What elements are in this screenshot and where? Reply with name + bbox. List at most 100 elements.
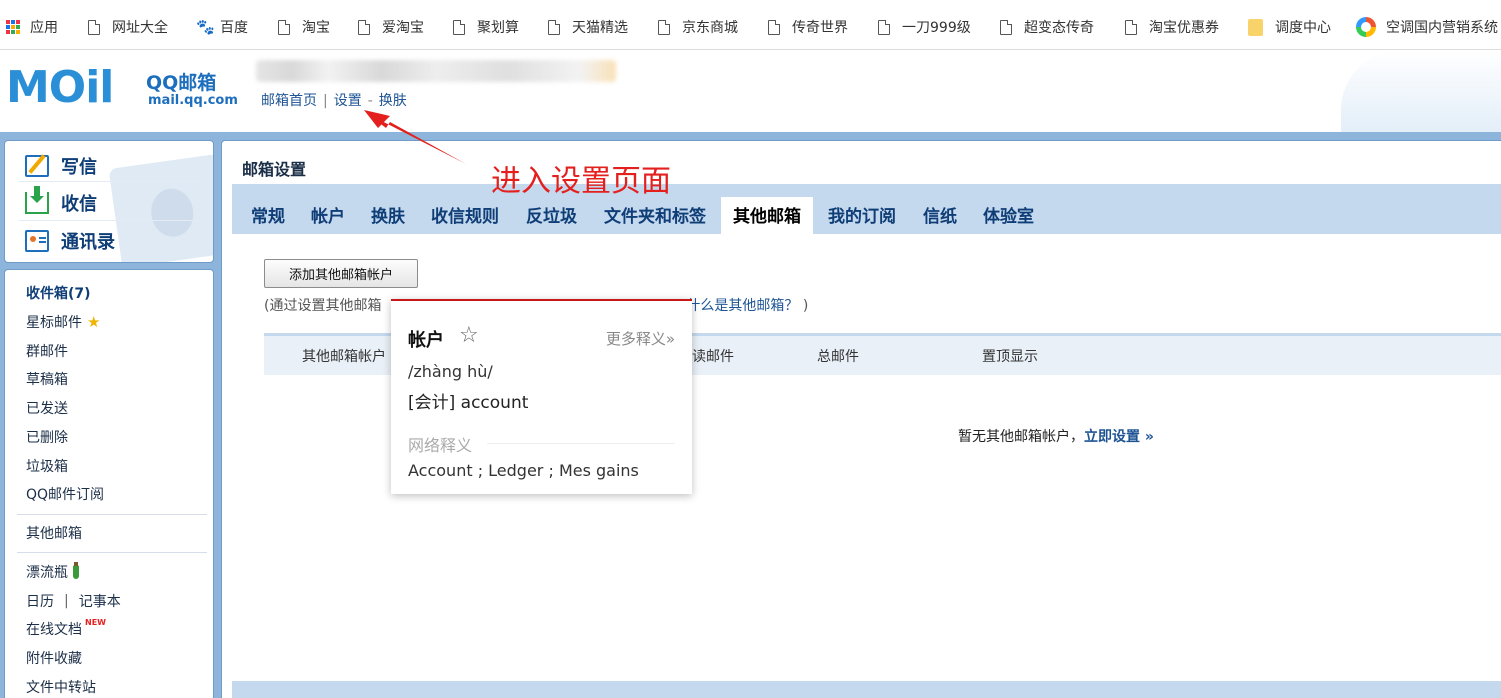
star-outline-icon[interactable]: ☆ xyxy=(459,323,479,348)
page-icon xyxy=(1125,19,1137,35)
more-definitions-link[interactable]: 更多释义» xyxy=(606,328,675,349)
tab-rules[interactable]: 收信规则 xyxy=(431,202,499,227)
bookmark-item[interactable]: 传奇世界 xyxy=(768,16,848,38)
sidebar-item-label: 星标邮件 xyxy=(26,315,82,331)
sidebar-item-drafts[interactable]: 草稿箱 xyxy=(26,369,68,389)
sidebar-item-sent[interactable]: 已发送 xyxy=(26,398,68,418)
page-icon xyxy=(453,19,465,35)
bookmark-label: 超变态传奇 xyxy=(1024,20,1094,36)
mailbox-home-link[interactable]: 邮箱首页 xyxy=(261,93,317,109)
popup-net-label: 网络释义 xyxy=(408,436,473,455)
bookmark-item[interactable]: 聚划算 xyxy=(453,16,519,38)
sidebar-item-starred[interactable]: 星标邮件 ★ xyxy=(26,312,100,332)
sidebar-actions: 写信 收信 通讯录 xyxy=(4,140,214,263)
panel-footer-bar xyxy=(232,681,1501,698)
penguin-decoration xyxy=(108,153,213,262)
bookmark-apps[interactable]: 应用 xyxy=(6,16,58,38)
new-badge: NEW xyxy=(85,617,106,627)
tab-general[interactable]: 常规 xyxy=(251,202,285,227)
receive-label: 收信 xyxy=(61,194,97,215)
translation-popup: 帐户 ☆ 更多释义» /zhàng hù/ [会计] account 网络释义 … xyxy=(391,299,692,494)
bookmark-label: 聚划算 xyxy=(477,20,519,36)
add-other-mailbox-button[interactable]: 添加其他邮箱帐户 xyxy=(264,259,418,288)
compose-label: 写信 xyxy=(61,157,97,178)
bookmark-item[interactable]: 空调国内营销系统 xyxy=(1356,16,1498,38)
apps-grid-icon xyxy=(6,20,20,34)
download-icon xyxy=(25,186,49,214)
contacts-label: 通讯录 xyxy=(61,232,115,253)
bookmark-label: 空调国内营销系统 xyxy=(1386,20,1498,36)
annotation-arrow-icon xyxy=(364,110,466,164)
settings-link[interactable]: 设置 xyxy=(334,93,362,109)
annotation-text: 进入设置页面 xyxy=(491,164,671,199)
divider xyxy=(17,514,207,515)
column-header-total: 总邮件 xyxy=(817,349,859,365)
sidebar-item-other-mailbox[interactable]: 其他邮箱 xyxy=(26,523,82,543)
bookmark-label: 淘宝优惠券 xyxy=(1149,20,1219,36)
tab-stationery[interactable]: 信纸 xyxy=(923,202,957,227)
sidebar-item-calendar[interactable]: 日历 xyxy=(26,591,54,611)
sidebar-item-transfer[interactable]: 文件中转站 xyxy=(26,677,96,697)
page-icon xyxy=(278,19,290,35)
logo-text: MOil xyxy=(6,62,114,113)
bookmark-label: 百度 xyxy=(220,20,248,36)
popup-net-definition: Account ; Ledger ; Mes gains xyxy=(408,461,639,480)
sidebar-item-deleted[interactable]: 已删除 xyxy=(26,427,68,447)
logo-brand: QQ邮箱 xyxy=(146,72,217,94)
description-suffix: ) xyxy=(802,298,809,314)
bookmark-item[interactable]: 🐾 百度 xyxy=(196,16,248,38)
settings-tabs: 常规 帐户 换肤 收信规则 反垃圾 文件夹和标签 其他邮箱 我的订阅 信纸 体验… xyxy=(232,184,1501,234)
page-icon xyxy=(88,19,100,35)
tab-other-mailbox[interactable]: 其他邮箱 xyxy=(721,197,813,234)
column-header-pin: 置顶显示 xyxy=(982,349,1038,365)
bookmarks-bar: 应用 网址大全 🐾 百度 淘宝 爱淘宝 聚划算 天猫精选 京东商城 传奇世界 一… xyxy=(0,0,1501,50)
bookmark-item[interactable]: 一刀999级 xyxy=(878,16,971,38)
bookmark-item[interactable]: 爱淘宝 xyxy=(358,16,424,38)
sidebar-item-notes[interactable]: 记事本 xyxy=(79,591,121,611)
tab-skin[interactable]: 换肤 xyxy=(371,202,405,227)
sidebar-item-inbox[interactable]: 收件箱(7) xyxy=(26,283,91,303)
moil-logo[interactable]: MOil xyxy=(6,66,114,110)
tab-subscriptions[interactable]: 我的订阅 xyxy=(828,202,896,227)
setup-now-link[interactable]: 立即设置 » xyxy=(1084,429,1154,445)
bookmark-label: 爱淘宝 xyxy=(382,20,424,36)
sidebar-item-spam[interactable]: 垃圾箱 xyxy=(26,456,68,476)
bookmark-item[interactable]: 网址大全 xyxy=(88,16,168,38)
sidebar-item-subscriptions[interactable]: QQ邮件订阅 xyxy=(26,484,104,504)
compose-button[interactable]: 写信 xyxy=(25,153,97,179)
what-is-other-mailbox-link[interactable]: 什么是其他邮箱？ xyxy=(686,298,798,314)
sidebar-item-bottle[interactable]: 漂流瓶 xyxy=(26,562,79,582)
bookmark-item[interactable]: 天猫精选 xyxy=(548,16,628,38)
bookmark-item[interactable]: 淘宝优惠券 xyxy=(1125,16,1219,38)
divider xyxy=(19,220,199,221)
receive-button[interactable]: 收信 xyxy=(25,186,97,216)
divider xyxy=(487,443,675,444)
bookmark-item[interactable]: 京东商城 xyxy=(658,16,738,38)
sidebar-item-label: 在线文档 xyxy=(26,622,82,638)
tab-lab[interactable]: 体验室 xyxy=(983,202,1034,227)
tab-antispam[interactable]: 反垃圾 xyxy=(526,202,577,227)
bookmark-item[interactable]: 淘宝 xyxy=(278,16,330,38)
colorful-ring-icon xyxy=(1356,17,1376,37)
bookmark-item[interactable]: 调度中心 xyxy=(1248,16,1331,38)
bookmark-label: 一刀999级 xyxy=(902,20,971,36)
bookmark-label: 网址大全 xyxy=(112,20,168,36)
tab-folders-labels[interactable]: 文件夹和标签 xyxy=(604,202,706,227)
page-title: 邮箱设置 xyxy=(242,160,307,179)
folder-icon xyxy=(1248,18,1263,36)
contacts-button[interactable]: 通讯录 xyxy=(25,228,115,254)
sidebar-item-calendar-notes: 日历 | 记事本 xyxy=(26,591,121,611)
bookmark-item[interactable]: 超变态传奇 xyxy=(1000,16,1094,38)
bookmark-label: 京东商城 xyxy=(682,20,738,36)
bookmark-label: 天猫精选 xyxy=(572,20,628,36)
logo-url: mail.qq.com xyxy=(148,93,238,108)
popup-definition: [会计] account xyxy=(408,393,529,413)
popup-word: 帐户 xyxy=(408,330,444,351)
star-icon: ★ xyxy=(87,313,101,331)
sidebar-item-group[interactable]: 群邮件 xyxy=(26,341,68,361)
tab-account[interactable]: 帐户 xyxy=(311,202,345,227)
page-icon xyxy=(548,19,560,35)
sidebar-item-docs[interactable]: 在线文档 NEW xyxy=(26,617,106,639)
page-icon xyxy=(878,19,890,35)
sidebar-item-attachments[interactable]: 附件收藏 xyxy=(26,648,82,668)
